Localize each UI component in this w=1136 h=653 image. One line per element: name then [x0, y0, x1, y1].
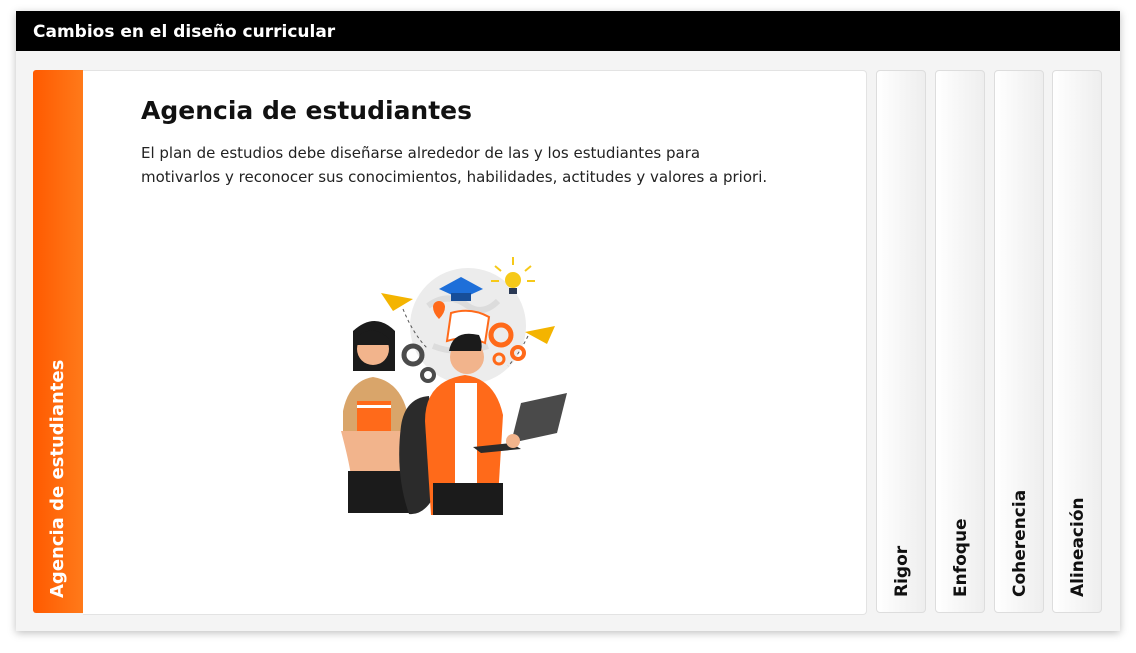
tab-rigor[interactable]: Rigor [876, 70, 926, 613]
tab-agencia-de-estudiantes[interactable]: Agencia de estudiantes [33, 70, 83, 613]
header-bar: Cambios en el diseño curricular [16, 11, 1120, 51]
tab-label: Coherencia [1010, 489, 1030, 597]
tab-label: Rigor [892, 545, 912, 597]
tab-label: Alineación [1068, 497, 1088, 597]
gear-icon [420, 367, 436, 383]
laptop-icon [511, 393, 567, 443]
tab-coherencia[interactable]: Coherencia [994, 70, 1044, 613]
content-panel: Agencia de estudiantes El plan de estudi… [83, 70, 867, 615]
content-description: El plan de estudios debe diseñarse alred… [141, 144, 768, 186]
interactive-frame: Cambios en el diseño curricular Agencia … [16, 11, 1120, 631]
tab-label: Agencia de estudiantes [47, 359, 68, 598]
tab-label: Enfoque [951, 518, 971, 597]
paper-plane-icon [381, 293, 413, 311]
tab-enfoque[interactable]: Enfoque [935, 70, 985, 613]
page-title: Cambios en el diseño curricular [33, 22, 336, 42]
tab-alineacion[interactable]: Alineación [1052, 70, 1102, 613]
students-learning-illustration [341, 257, 567, 515]
content-heading: Agencia de estudiantes [141, 96, 473, 125]
paper-plane-icon [525, 326, 555, 344]
